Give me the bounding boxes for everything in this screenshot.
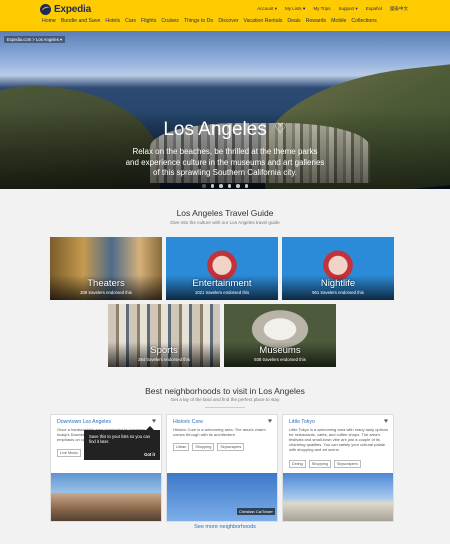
tag-list: Live Music <box>57 449 81 457</box>
tag-list: Urban Shopping Skyscrapers <box>173 443 245 451</box>
neighborhood-card-historic-core[interactable]: Historic Core ♥ Historic Core is a welco… <box>166 414 278 522</box>
tag: Skyscrapers <box>217 443 245 451</box>
nav-bundle[interactable]: Bundle and Save <box>61 18 101 24</box>
card-endorse: 938 travelers endorsed this <box>254 357 306 362</box>
support-menu[interactable]: Support ▾ <box>338 6 357 12</box>
got-it-button[interactable]: Got it <box>144 452 155 457</box>
tag: Urban <box>173 443 190 451</box>
carousel-dot[interactable] <box>227 184 231 188</box>
save-tooltip: Save this to your lists so you can find … <box>84 426 160 460</box>
guide-card-theaters[interactable]: Theaters 309 travelers endorsed this <box>50 237 162 300</box>
carousel-dot[interactable] <box>210 184 214 188</box>
nav-rewards[interactable]: Rewards <box>306 18 326 24</box>
brand-name: Expedia <box>54 4 91 15</box>
heart-icon[interactable]: ♥ <box>384 418 388 425</box>
expedia-logo[interactable]: Expedia <box>40 4 91 15</box>
neighborhood-image <box>51 473 161 521</box>
guide-card-museums[interactable]: Museums 938 travelers endorsed this <box>224 304 336 367</box>
card-endorse: 309 travelers endorsed this <box>80 290 132 295</box>
site-header: Expedia Account ▾ My Lists ♥ My Trips Su… <box>0 0 450 31</box>
card-label: Museums <box>259 345 301 356</box>
neighborhood-name[interactable]: Historic Core <box>173 419 203 425</box>
tag: Dining <box>289 460 306 468</box>
nav-mobile[interactable]: Mobile <box>331 18 346 24</box>
neighborhood-image <box>283 473 393 521</box>
card-label: Sports <box>150 345 178 356</box>
nav-cruises[interactable]: Cruises <box>161 18 179 24</box>
tag: Shopping <box>192 443 215 451</box>
guide-subtitle: Dive into the culture with our Los Angel… <box>170 220 280 225</box>
carousel-dots <box>0 184 450 188</box>
tag: Live Music <box>57 449 81 457</box>
neighborhoods-subtitle: Get a lay of the land and find the perfe… <box>170 397 280 402</box>
guide-title: Los Angeles Travel Guide <box>176 208 274 218</box>
neighborhood-card-little-tokyo[interactable]: Little Tokyo ♥ Little Tokyo is a welcomi… <box>282 414 394 522</box>
globe-icon <box>40 4 51 15</box>
nav-flights[interactable]: Flights <box>141 18 156 24</box>
my-trips-link[interactable]: My Trips <box>313 6 330 12</box>
neighborhood-desc: Little Tokyo is a welcoming area with ma… <box>289 427 389 452</box>
section-divider <box>205 407 245 408</box>
nav-discover[interactable]: Discover <box>218 18 238 24</box>
neighborhood-name[interactable]: Downtown Los Angeles <box>57 419 111 425</box>
card-label: Theaters <box>87 278 125 289</box>
account-menu[interactable]: Account ▾ <box>257 6 277 12</box>
breadcrumb[interactable]: Expedia.com > Los Angeles ▾ <box>4 36 66 43</box>
nav-cars[interactable]: Cars <box>125 18 136 24</box>
tag: Shopping <box>308 460 331 468</box>
neighborhoods-title: Best neighborhoods to visit in Los Angel… <box>145 386 305 396</box>
carousel-dot[interactable] <box>244 184 248 188</box>
my-lists-link[interactable]: My Lists ♥ <box>285 6 305 12</box>
see-more-link[interactable]: See more neighborhoods <box>0 524 450 530</box>
card-endorse: 264 travelers endorsed this <box>138 357 190 362</box>
destination-title: Los Angeles <box>163 119 267 140</box>
heart-icon[interactable]: ♥ <box>152 418 156 425</box>
nav-hotels[interactable]: Hotels <box>105 18 120 24</box>
neighborhood-name[interactable]: Little Tokyo <box>289 419 315 425</box>
utility-nav: Account ▾ My Lists ♥ My Trips Support ▾ … <box>257 6 408 12</box>
save-heart-icon[interactable]: ♡ <box>274 120 287 137</box>
tooltip-text: Save this to your lists so you can find … <box>89 434 150 445</box>
nav-vacation-rentals[interactable]: Vacation Rentals <box>244 18 283 24</box>
carousel-dot[interactable] <box>202 184 206 188</box>
language-chinese[interactable]: 國泰中文 <box>390 6 408 12</box>
nav-home[interactable]: Home <box>42 18 56 24</box>
image-caption: Christian Ca/Tower <box>237 508 275 515</box>
tag: Skyscrapers <box>333 460 361 468</box>
guide-card-sports[interactable]: Sports 264 travelers endorsed this <box>108 304 220 367</box>
language-espanol[interactable]: Español <box>366 6 382 12</box>
main-nav: Home Bundle and Save Hotels Cars Flights… <box>42 18 377 24</box>
guide-card-entertainment[interactable]: Entertainment 1021 travelers endorsed th… <box>166 237 278 300</box>
hero-description: Relax on the beaches, be thrilled at the… <box>125 147 325 177</box>
carousel-dot[interactable] <box>236 184 240 188</box>
neighborhood-desc: Historic Core is a welcoming area. The a… <box>173 427 266 437</box>
carousel-dot[interactable] <box>219 184 223 188</box>
card-endorse: 961 travelers endorsed this <box>312 290 364 295</box>
hero-title: Los Angeles ♡ <box>0 119 450 141</box>
nav-things-to-do[interactable]: Things to Do <box>184 18 213 24</box>
heart-icon[interactable]: ♥ <box>268 418 272 425</box>
nav-collections[interactable]: Collections <box>351 18 376 24</box>
card-endorse: 1021 travelers endorsed this <box>194 290 250 295</box>
tag-list: Dining Shopping Skyscrapers <box>289 460 361 468</box>
card-label: Nightlife <box>320 278 356 289</box>
guide-card-nightlife[interactable]: Nightlife 961 travelers endorsed this <box>282 237 394 300</box>
card-label: Entertainment <box>192 278 252 289</box>
nav-deals[interactable]: Deals <box>287 18 300 24</box>
